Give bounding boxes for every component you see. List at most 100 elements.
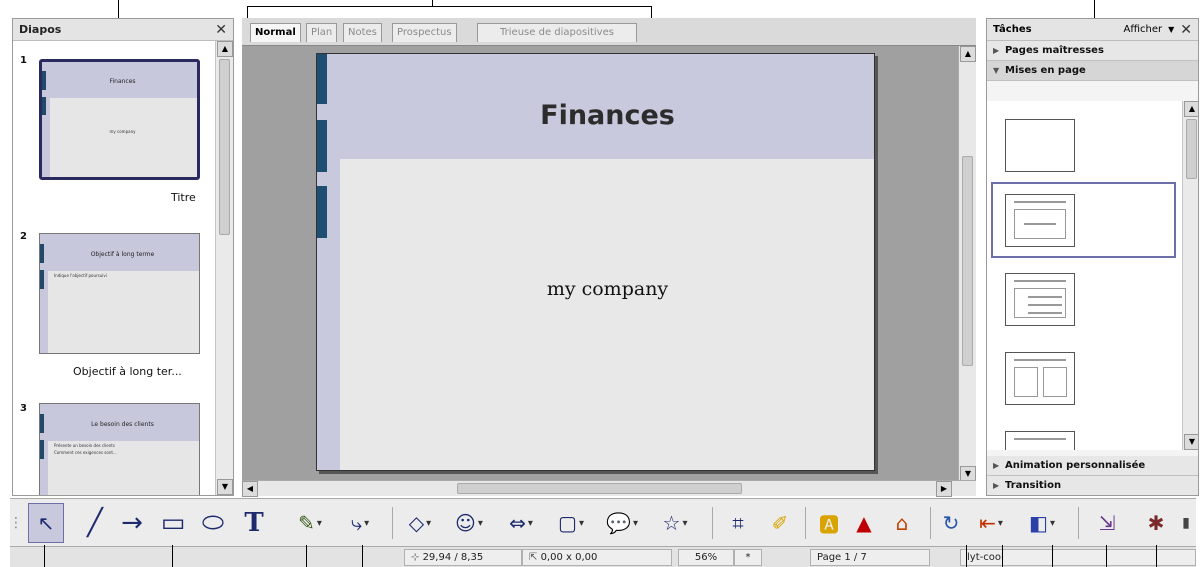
line-icon[interactable]: ╱ bbox=[80, 503, 110, 543]
select-icon[interactable]: ↖ bbox=[28, 503, 64, 543]
thumbnail-subtitle: my company bbox=[109, 128, 136, 134]
view-tabs: Normal Plan Notes Prospectus Trieuse de … bbox=[242, 18, 976, 46]
slide-subtitle[interactable]: my company bbox=[341, 278, 874, 300]
callout-line bbox=[172, 545, 173, 567]
status-zoom[interactable]: 56% bbox=[678, 549, 734, 566]
layout-title-content[interactable] bbox=[1005, 273, 1075, 326]
view-menu[interactable]: Afficher bbox=[1124, 24, 1163, 35]
tab-notes[interactable]: Notes bbox=[343, 23, 382, 42]
thumbnail-bullet: Présente un besoin des clients bbox=[54, 443, 115, 449]
toolbar-overflow-icon[interactable]: ▮ bbox=[1180, 503, 1192, 543]
slide-number: 2 bbox=[20, 231, 27, 242]
flowchart-icon[interactable]: ▢ ▾ bbox=[548, 503, 594, 543]
layouts-scrollbar[interactable]: ▲ ▼ bbox=[1182, 101, 1198, 450]
layout-two-content[interactable] bbox=[1005, 352, 1075, 405]
toolbar-grip-icon[interactable]: ⋮ bbox=[9, 503, 23, 543]
stars-icon[interactable]: ☆ ▾ bbox=[652, 503, 698, 543]
scrollbar-thumb[interactable] bbox=[219, 59, 230, 235]
scroll-down-icon[interactable]: ▼ bbox=[1184, 434, 1198, 450]
scroll-left-icon[interactable]: ◀ bbox=[242, 481, 258, 497]
connector-icon[interactable]: ⤷ ▾ bbox=[338, 503, 382, 543]
callouts-icon[interactable]: 💬 ▾ bbox=[598, 503, 646, 543]
glue-points-icon[interactable]: ✐ bbox=[762, 503, 798, 543]
layout-blank[interactable] bbox=[1005, 119, 1075, 172]
layout-title-slide[interactable] bbox=[1005, 194, 1075, 247]
scrollbar-thumb[interactable] bbox=[1186, 119, 1197, 179]
thumbnail-title: Finances bbox=[109, 78, 136, 86]
section-master-pages[interactable]: ▶ Pages maîtresses bbox=[987, 41, 1198, 61]
expand-icon: ▶ bbox=[993, 481, 1000, 490]
section-custom-animation[interactable]: ▶ Animation personnalisée bbox=[987, 456, 1198, 476]
scroll-down-icon[interactable]: ▼ bbox=[217, 479, 233, 495]
text-icon[interactable]: T bbox=[234, 503, 274, 543]
slide-canvas[interactable]: Finances my company bbox=[316, 53, 875, 471]
canvas-vertical-scrollbar[interactable]: ▲ ▼ bbox=[958, 46, 976, 482]
status-bar: ⊹ 29,94 / 8,35 ⇱ 0,00 x 0,00 56% * Page … bbox=[10, 546, 1196, 567]
expand-icon: ▶ bbox=[993, 46, 1000, 55]
slides-pane-header: Diapos ✕ bbox=[13, 19, 233, 41]
scrollbar-thumb[interactable] bbox=[962, 156, 973, 366]
block-arrows-icon[interactable]: ⇔ ▾ bbox=[496, 503, 546, 543]
thumbnail-title: Le besoin des clients bbox=[91, 420, 154, 428]
scroll-right-icon[interactable]: ▶ bbox=[936, 481, 952, 497]
ellipse-icon[interactable]: ⬭ bbox=[194, 503, 232, 543]
close-icon[interactable]: ✕ bbox=[1180, 22, 1192, 38]
slide-thumbnail[interactable]: Finances my company bbox=[39, 59, 200, 180]
thumbnail-title: Objectif à long terme bbox=[90, 250, 155, 258]
section-transition[interactable]: ▶ Transition bbox=[987, 476, 1198, 495]
arrow-icon[interactable]: → bbox=[114, 503, 150, 543]
slides-pane: Diapos ✕ 1 Finances my company Titre 2 O… bbox=[12, 18, 234, 496]
size-icon: ⇱ bbox=[529, 552, 541, 563]
chevron-down-icon[interactable]: ▼ bbox=[1168, 25, 1174, 34]
status-position: ⊹ 29,94 / 8,35 bbox=[404, 549, 522, 566]
status-size: ⇱ 0,00 x 0,00 bbox=[522, 549, 672, 566]
slides-pane-title: Diapos bbox=[19, 23, 62, 36]
callout-line bbox=[1106, 545, 1107, 567]
section-label: Animation personnalisée bbox=[1005, 460, 1146, 471]
thumbnail-bullet: Indique l'objectif poursuivi bbox=[54, 273, 107, 279]
effects-icon[interactable]: ✱ bbox=[1136, 503, 1176, 543]
callout-line bbox=[362, 545, 363, 567]
callout-line bbox=[1002, 545, 1003, 567]
callout-line bbox=[306, 545, 307, 567]
section-label: Mises en page bbox=[1005, 65, 1086, 76]
section-layouts[interactable]: ▼ Mises en page bbox=[987, 61, 1198, 81]
canvas-horizontal-scrollbar[interactable]: ◀ ▶ bbox=[242, 480, 976, 497]
tab-outline[interactable]: Plan bbox=[306, 23, 338, 42]
alignment-icon[interactable]: ⇤ ▾ bbox=[968, 503, 1014, 543]
scrollbar-thumb[interactable] bbox=[457, 483, 742, 494]
arrange-icon[interactable]: ◧ ▾ bbox=[1018, 503, 1066, 543]
symbol-shapes-icon[interactable]: ☺ ▾ bbox=[446, 503, 492, 543]
slide-title[interactable]: Finances bbox=[341, 100, 874, 131]
layout-title-only[interactable] bbox=[1005, 431, 1075, 450]
tasks-pane-header: Tâches Afficher ▼ ✕ bbox=[987, 19, 1198, 41]
tab-normal[interactable]: Normal bbox=[250, 23, 301, 42]
rotate-icon[interactable]: ↻ bbox=[936, 503, 966, 543]
from-file-icon[interactable]: ▲ bbox=[846, 503, 882, 543]
fontwork-icon[interactable]: 🅰 bbox=[812, 503, 846, 543]
close-icon[interactable]: ✕ bbox=[215, 22, 227, 38]
section-label: Transition bbox=[1005, 480, 1062, 491]
tab-handout[interactable]: Prospectus bbox=[392, 23, 457, 42]
scroll-up-icon[interactable]: ▲ bbox=[217, 41, 233, 57]
slide-number: 1 bbox=[20, 55, 27, 66]
scroll-up-icon[interactable]: ▲ bbox=[960, 46, 976, 62]
tab-slide-sorter[interactable]: Trieuse de diapositives bbox=[477, 23, 637, 42]
slide-thumbnail[interactable]: Le besoin des clients Présente un besoin… bbox=[39, 403, 200, 495]
slide-thumbnail[interactable]: Objectif à long terme Indique l'objectif… bbox=[39, 233, 200, 354]
points-icon[interactable]: ⌗ bbox=[720, 503, 756, 543]
rectangle-icon[interactable]: ▭ bbox=[155, 503, 191, 543]
basic-shapes-icon[interactable]: ◇ ▾ bbox=[398, 503, 442, 543]
callout-line bbox=[966, 545, 967, 567]
gallery-icon[interactable]: ⌂ bbox=[884, 503, 920, 543]
slides-scrollbar[interactable]: ▲ ▼ bbox=[215, 41, 233, 495]
callout-line bbox=[1156, 545, 1157, 567]
interaction-icon[interactable]: ⇲ bbox=[1086, 503, 1128, 543]
scroll-up-icon[interactable]: ▲ bbox=[1184, 101, 1198, 117]
curve-icon[interactable]: ✎ ▾ bbox=[290, 503, 330, 543]
slide-caption: Objectif à long ter... bbox=[73, 365, 182, 378]
thumbnail-bullet: Comment ces exigences sont... bbox=[54, 450, 117, 456]
status-layout: lyt-cool bbox=[960, 549, 1196, 566]
section-label: Pages maîtresses bbox=[1005, 45, 1104, 56]
slide-caption: Titre bbox=[171, 191, 196, 204]
